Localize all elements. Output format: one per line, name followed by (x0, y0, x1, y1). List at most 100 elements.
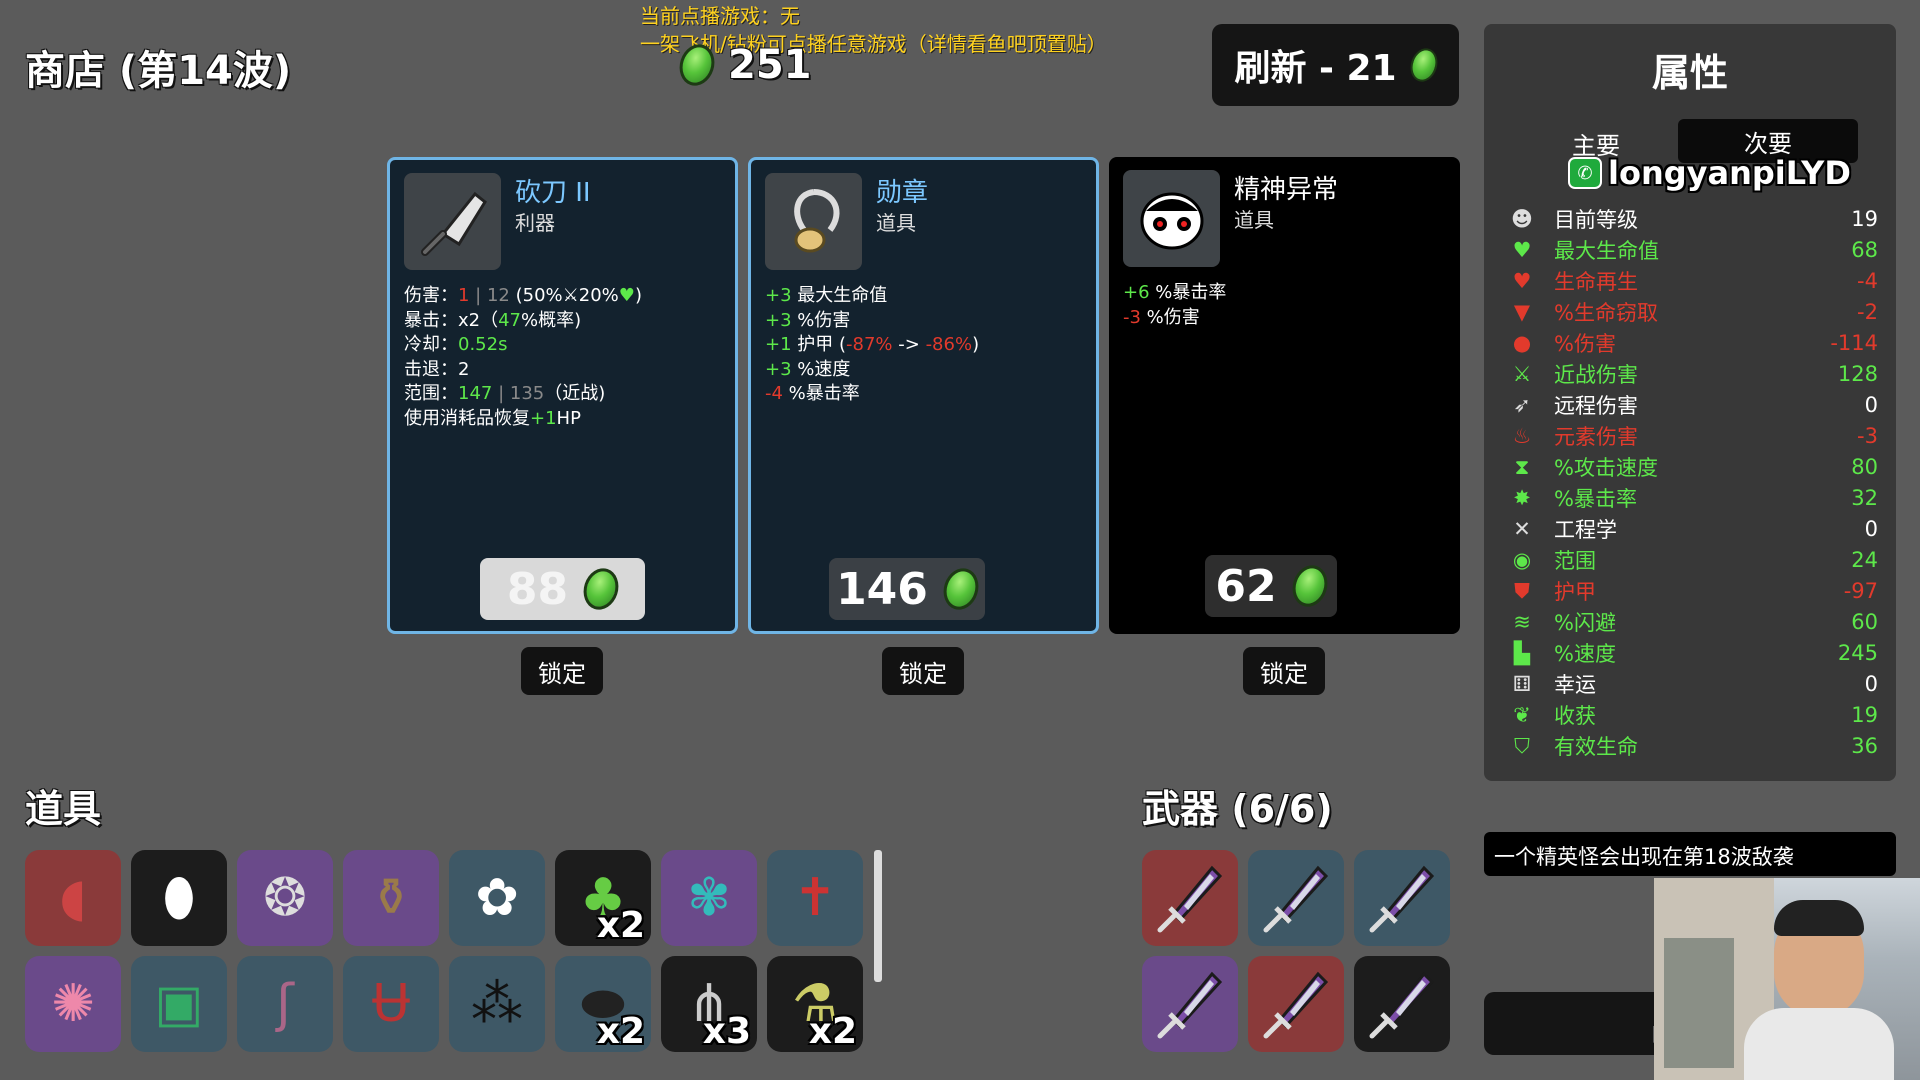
weapon-slot[interactable] (1142, 850, 1238, 946)
weapon-slot[interactable] (1248, 956, 1344, 1052)
item-slot[interactable]: ⬬ x2 (555, 956, 651, 1052)
stat-row[interactable]: ♥ 生命再生 -4 (1508, 266, 1878, 296)
weapon-slot[interactable] (1354, 850, 1450, 946)
stat-segment: +6 (1123, 282, 1150, 303)
egg-icon: ⬮ (162, 867, 196, 928)
item-slot[interactable]: ▣ (131, 956, 227, 1052)
materials-counter: 251 (674, 39, 812, 91)
stat-segment: 0.52s (458, 334, 508, 355)
item-slot[interactable]: ⚱ (343, 850, 439, 946)
stat-row[interactable]: ⛊ 护甲 -97 (1508, 576, 1878, 606)
muscle-icon: ● (1512, 331, 1532, 355)
ghost-face-icon (1123, 170, 1220, 267)
buy-button[interactable]: 62 (1205, 555, 1337, 617)
stat-segment: ) (972, 334, 980, 355)
stat-row[interactable]: ➶ 远程伤害 0 (1508, 390, 1878, 420)
sword-icon (1263, 865, 1329, 933)
eyes-icon: ⁂ (471, 974, 523, 1034)
stat-row[interactable]: ⧗ %攻击速度 80 (1508, 452, 1878, 482)
item-slot[interactable]: ◖ (25, 850, 121, 946)
item-slot[interactable]: ⁂ (449, 956, 545, 1052)
item-slot[interactable]: ⋔ x3 (661, 956, 757, 1052)
shop-card-2[interactable]: 勋章 道具 +3 最大生命值 +3 %伤害 +1 护甲 (-87% -> -86%)… (748, 157, 1099, 634)
stat-row[interactable]: ❦ 收获 19 (1508, 700, 1878, 730)
item-slot[interactable]: ✺ (25, 956, 121, 1052)
stat-row[interactable]: ⚅ 幸运 0 (1508, 669, 1878, 699)
shop-card-1[interactable]: 砍刀 II 利器 伤害：1 | 12 (50%⚔20%♥) 暴击：x2（47%概率… (387, 157, 738, 634)
stat-row[interactable]: ▼ %生命窃取 -2 (1508, 297, 1878, 327)
lock-button[interactable]: 锁定 (882, 647, 964, 695)
stat-row[interactable]: ⚔ 近战伤害 128 (1508, 359, 1878, 389)
stat-value: -97 (1843, 579, 1878, 603)
item-slot[interactable]: ♣ x2 (555, 850, 651, 946)
materials-value: 251 (728, 42, 812, 88)
buy-button[interactable]: 88 (480, 558, 645, 620)
stat-segment: 135 (509, 383, 545, 404)
stat-row[interactable]: ✸ %暴击率 32 (1508, 483, 1878, 513)
stat-segment: 47 (498, 309, 522, 331)
item-count: x2 (596, 905, 645, 946)
items-scrollbar[interactable] (874, 850, 882, 982)
stat-row[interactable]: ▙ %速度 245 (1508, 638, 1878, 668)
item-slot[interactable]: Ʉ (343, 956, 439, 1052)
item-slot[interactable]: ❂ (237, 850, 333, 946)
stat-segment: ♥ (618, 285, 635, 306)
stat-label: %闪避 (1554, 611, 1616, 635)
buy-button[interactable]: 146 (829, 558, 985, 620)
stat-label: 收获 (1554, 704, 1596, 728)
item-slot[interactable]: ⚗ x2 (767, 956, 863, 1052)
stat-row[interactable]: ● %伤害 -114 (1508, 328, 1878, 358)
item-type: 利器 (515, 211, 555, 235)
material-icon (938, 563, 984, 615)
item-count: x3 (702, 1011, 751, 1052)
item-slot[interactable]: ✝ (767, 850, 863, 946)
stat-segment: HP (556, 407, 581, 429)
item-slot[interactable]: ʃ (237, 956, 333, 1052)
reroll-button[interactable]: 刷新 - 21 (1212, 24, 1459, 106)
lock-button[interactable]: 锁定 (521, 647, 603, 695)
stat-value: 60 (1851, 610, 1878, 634)
stat-value: 245 (1837, 641, 1878, 665)
stat-label: 目前等级 (1554, 208, 1638, 232)
wrench-icon: ✕ (1513, 517, 1531, 541)
stat-segment: | (492, 383, 510, 404)
stat-row[interactable]: ♥ 最大生命值 68 (1508, 235, 1878, 265)
weapon-slot[interactable] (1354, 956, 1450, 1052)
item-slot[interactable]: ✿ (449, 850, 545, 946)
item-slot[interactable]: ⬮ (131, 850, 227, 946)
stat-row[interactable]: ♨ 元素伤害 -3 (1508, 421, 1878, 451)
stat-row[interactable]: ⛉ 有效生命 36 (1508, 731, 1878, 761)
item-slot[interactable]: ✾ (661, 850, 757, 946)
lock-button[interactable]: 锁定 (1243, 647, 1325, 695)
stat-row[interactable]: ≋ %闪避 60 (1508, 607, 1878, 637)
stat-row[interactable]: ☻ 目前等级 19 (1508, 204, 1878, 234)
cleaver-icon (404, 173, 501, 270)
weapon-slot[interactable] (1142, 956, 1238, 1052)
flame-icon: ♨ (1512, 424, 1532, 448)
stream-watermark: ✆ longyanpiLYD (1568, 154, 1851, 192)
shop-card-3[interactable]: 精神异常 道具 +6 %暴击率 -3 %伤害 62 (1109, 157, 1460, 634)
stat-row[interactable]: ◉ 范围 24 (1508, 545, 1878, 575)
stat-segment: %暴击率 (1149, 282, 1227, 303)
material-icon (578, 563, 624, 615)
stat-segment: （近战) (544, 383, 606, 404)
stat-label: 元素伤害 (1554, 425, 1638, 449)
item-count: x2 (596, 1011, 645, 1052)
heart-icon: ♥ (1512, 238, 1532, 262)
stat-line: 使用消耗品恢复+1HP (404, 407, 642, 432)
items-title: 道具 (25, 787, 102, 831)
stat-label: 工程学 (1554, 518, 1617, 542)
item-name: 精神异常 (1234, 175, 1339, 205)
stat-segment: %速度 (791, 358, 851, 380)
stat-segment: %暴击率 (782, 383, 860, 404)
stat-line: 暴击：x2（47%概率) (404, 309, 642, 334)
reroll-label: 刷新 - 21 (1234, 48, 1397, 89)
boot-icon: ▙ (1513, 641, 1531, 665)
attributes-title: 属性 (1651, 51, 1728, 95)
stat-row[interactable]: ✕ 工程学 0 (1508, 514, 1878, 544)
stat-segment: 伤害： (404, 285, 458, 306)
heart-plus-icon: ♥ (1512, 269, 1532, 293)
weapon-slot[interactable] (1248, 850, 1344, 946)
stat-label: 护甲 (1554, 580, 1596, 604)
stat-line: +3 %速度 (765, 358, 979, 383)
